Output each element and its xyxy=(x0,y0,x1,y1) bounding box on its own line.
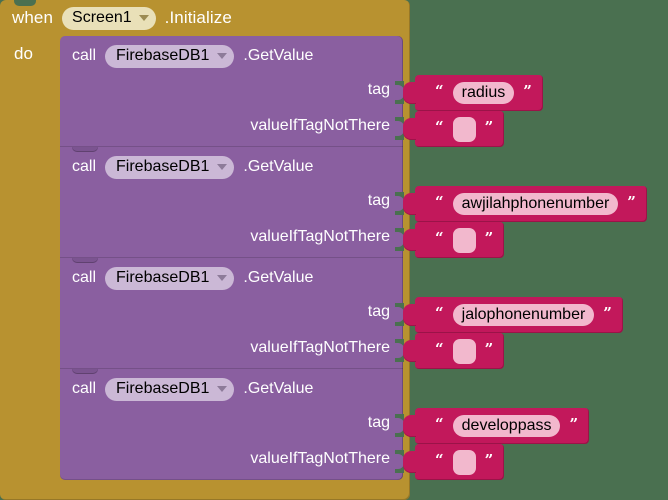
text-value-field[interactable]: jalophonenumber xyxy=(452,304,595,326)
text-block[interactable]: “ ” xyxy=(402,333,505,369)
call-block[interactable]: call FirebaseDB1 .GetValue tag valueIfTa… xyxy=(60,36,404,153)
screen-component-dropdown[interactable]: Screen1 xyxy=(62,6,156,30)
method-name-label: .GetValue xyxy=(243,269,314,286)
call-block-header: call FirebaseDB1 .GetValue xyxy=(72,266,313,290)
chevron-down-icon xyxy=(138,15,149,21)
open-quote-icon: “ xyxy=(435,117,444,136)
text-block[interactable]: “ ” xyxy=(402,111,505,147)
block-top-notch xyxy=(72,369,98,374)
when-label: when xyxy=(12,8,54,27)
text-block[interactable]: “ ” xyxy=(402,222,505,258)
close-quote-icon: ” xyxy=(523,81,532,100)
component-dropdown[interactable]: FirebaseDB1 xyxy=(105,266,235,290)
block-top-notch xyxy=(72,258,98,263)
call-block[interactable]: call FirebaseDB1 .GetValue tag valueIfTa… xyxy=(60,258,404,375)
open-quote-icon: “ xyxy=(435,303,444,322)
component-name: FirebaseDB1 xyxy=(116,268,210,286)
method-name-label: .GetValue xyxy=(243,158,314,175)
arg-label-tag: tag xyxy=(367,81,390,98)
open-quote-icon: “ xyxy=(435,339,444,358)
close-quote-icon: ” xyxy=(484,117,494,136)
arg-label-tag: tag xyxy=(367,192,390,209)
text-value-field[interactable] xyxy=(452,227,476,253)
do-label: do xyxy=(14,44,33,63)
call-block[interactable]: call FirebaseDB1 .GetValue tag valueIfTa… xyxy=(60,369,404,480)
open-quote-icon: “ xyxy=(435,81,444,100)
component-name: FirebaseDB1 xyxy=(116,157,210,175)
text-block[interactable]: “ ” xyxy=(402,444,505,480)
component-name: FirebaseDB1 xyxy=(116,46,210,64)
close-quote-icon: ” xyxy=(627,192,636,211)
chevron-down-icon xyxy=(217,275,228,281)
arg-label-tag: tag xyxy=(367,414,390,431)
text-value-field[interactable] xyxy=(452,338,476,364)
close-quote-icon: ” xyxy=(484,228,494,247)
screen-component-name: Screen1 xyxy=(72,8,132,26)
close-quote-icon: ” xyxy=(484,339,494,358)
call-block[interactable]: call FirebaseDB1 .GetValue tag valueIfTa… xyxy=(60,147,404,264)
component-dropdown[interactable]: FirebaseDB1 xyxy=(105,155,235,179)
call-block-header: call FirebaseDB1 .GetValue xyxy=(72,155,313,179)
open-quote-icon: “ xyxy=(435,450,444,469)
text-value-field[interactable] xyxy=(452,116,476,142)
open-quote-icon: “ xyxy=(435,414,444,433)
text-block[interactable]: “ awjilahphonenumber ” xyxy=(403,186,647,222)
text-block[interactable]: “ developpass ” xyxy=(402,408,590,444)
call-block-header: call FirebaseDB1 .GetValue xyxy=(72,44,313,68)
blocks-workspace-canvas[interactable]: when Screen1 .Initialize do call Firebas… xyxy=(0,0,668,500)
call-block-stack: call FirebaseDB1 .GetValue tag valueIfTa… xyxy=(60,36,404,480)
text-value-field[interactable]: developpass xyxy=(452,415,561,437)
text-block[interactable]: “ radius ” xyxy=(403,75,543,111)
call-label: call xyxy=(72,380,97,397)
chevron-down-icon xyxy=(217,164,228,170)
arg-label-valueiftagnotthere: valueIfTagNotThere xyxy=(250,339,390,356)
close-quote-icon: ” xyxy=(484,450,494,469)
event-block-header: when Screen1 .Initialize xyxy=(0,0,311,36)
event-name-label: .Initialize xyxy=(164,8,232,27)
arg-label-valueiftagnotthere: valueIfTagNotThere xyxy=(250,117,390,134)
text-value-field[interactable]: awjilahphonenumber xyxy=(452,193,619,215)
arg-label-valueiftagnotthere: valueIfTagNotThere xyxy=(250,450,390,467)
component-dropdown[interactable]: FirebaseDB1 xyxy=(105,377,235,401)
component-dropdown[interactable]: FirebaseDB1 xyxy=(105,44,235,68)
block-top-notch xyxy=(72,147,98,152)
call-label: call xyxy=(72,269,97,286)
text-value-field[interactable] xyxy=(452,449,476,475)
open-quote-icon: “ xyxy=(435,228,444,247)
text-block[interactable]: “ jalophonenumber ” xyxy=(403,297,623,333)
call-label: call xyxy=(72,158,97,175)
call-block-header: call FirebaseDB1 .GetValue xyxy=(72,377,313,401)
call-label: call xyxy=(72,47,97,64)
close-quote-icon: ” xyxy=(569,414,579,433)
chevron-down-icon xyxy=(217,53,228,59)
method-name-label: .GetValue xyxy=(243,47,314,64)
method-name-label: .GetValue xyxy=(243,380,314,397)
chevron-down-icon xyxy=(217,386,228,392)
close-quote-icon: ” xyxy=(603,303,612,322)
arg-label-valueiftagnotthere: valueIfTagNotThere xyxy=(250,228,390,245)
open-quote-icon: “ xyxy=(435,192,444,211)
arg-label-tag: tag xyxy=(367,303,390,320)
text-value-field[interactable]: radius xyxy=(452,82,515,104)
component-name: FirebaseDB1 xyxy=(116,379,210,397)
